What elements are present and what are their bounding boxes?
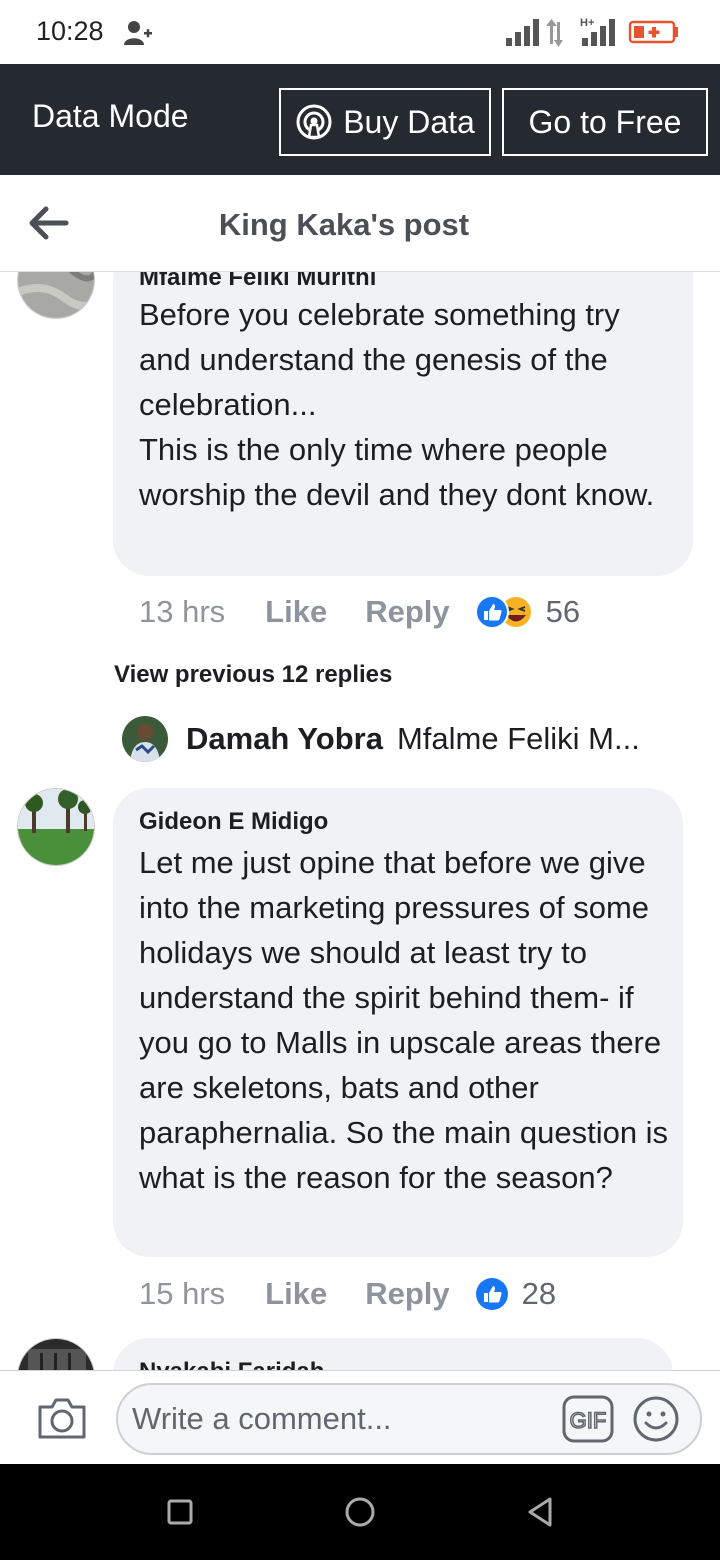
home-icon[interactable] xyxy=(342,1494,378,1530)
buy-data-button[interactable]: Buy Data xyxy=(279,88,491,156)
gif-icon[interactable]: GIF xyxy=(562,1395,614,1443)
comment-bubble: Nyakabi Faridah xyxy=(113,1338,673,1370)
reaction-count[interactable]: 28 xyxy=(522,1276,556,1312)
comment-author[interactable]: Mfalme Feliki Murithi xyxy=(139,272,376,292)
go-to-free-label: Go to Free xyxy=(528,103,682,140)
status-time: 10:28 xyxy=(36,16,104,46)
broadcast-icon xyxy=(296,104,332,140)
view-previous-replies[interactable]: View previous 12 replies xyxy=(114,661,392,689)
page-title: King Kaka's post xyxy=(218,207,470,242)
go-to-free-button[interactable]: Go to Free xyxy=(502,88,708,156)
person-add-icon xyxy=(124,21,152,45)
comments-list[interactable]: Mfalme Feliki Murithi Before you celebra… xyxy=(0,272,720,1370)
buy-data-label: Buy Data xyxy=(343,103,475,140)
status-icons: H+ xyxy=(506,17,678,47)
recents-icon[interactable] xyxy=(162,1494,198,1530)
reply-author[interactable]: Damah Yobra xyxy=(186,721,383,757)
comment-composer: GIF xyxy=(0,1370,720,1464)
comment-bubble: Gideon E Midigo Let me just opine that b… xyxy=(113,788,683,1257)
camera-icon[interactable] xyxy=(36,1395,88,1441)
avatar[interactable] xyxy=(17,1338,95,1370)
avatar[interactable] xyxy=(122,716,168,762)
like-button[interactable]: Like xyxy=(265,594,327,630)
reaction-count[interactable]: 56 xyxy=(546,594,580,630)
comment-text: Before you celebrate something try and u… xyxy=(139,297,655,512)
avatar[interactable] xyxy=(17,272,95,319)
data-arrows-icon xyxy=(546,19,563,47)
comment-author[interactable]: Nyakabi Faridah xyxy=(139,1358,324,1370)
svg-text:GIF: GIF xyxy=(570,1408,607,1433)
data-mode-bar: Data Mode Buy Data Go to Free xyxy=(0,64,720,175)
post-header: King Kaka's post xyxy=(0,175,720,272)
emoji-icon[interactable] xyxy=(632,1395,680,1443)
comment-meta: 13 hrs Like Reply 56 xyxy=(139,592,580,632)
comment-text: Let me just opine that before we give in… xyxy=(139,845,669,1195)
reactions-icon[interactable] xyxy=(474,594,534,630)
comment-meta: 15 hrs Like Reply 28 xyxy=(139,1274,556,1314)
avatar[interactable] xyxy=(17,788,95,866)
comment-author[interactable]: Gideon E Midigo xyxy=(139,808,328,836)
comment-input[interactable] xyxy=(116,1383,702,1455)
signal-icon xyxy=(506,19,539,46)
reply-button[interactable]: Reply xyxy=(365,1276,449,1312)
reply-preview[interactable]: Damah Yobra Mfalme Feliki M... xyxy=(122,716,640,762)
svg-text:H+: H+ xyxy=(580,17,594,29)
back-icon[interactable] xyxy=(522,1494,558,1530)
data-mode-label: Data Mode xyxy=(32,98,189,134)
reply-button[interactable]: Reply xyxy=(365,594,449,630)
reply-snippet: Mfalme Feliki M... xyxy=(396,721,640,756)
status-bar: 10:28 H+ xyxy=(0,0,720,64)
comment-time[interactable]: 13 hrs xyxy=(139,594,225,630)
comment-bubble: Mfalme Feliki Murithi Before you celebra… xyxy=(113,272,693,576)
battery-icon xyxy=(628,20,678,44)
comment-time[interactable]: 15 hrs xyxy=(139,1276,225,1312)
like-button[interactable]: Like xyxy=(265,1276,327,1312)
like-icon xyxy=(474,595,509,629)
system-nav-bar xyxy=(0,1464,720,1560)
like-icon[interactable] xyxy=(474,1276,510,1312)
